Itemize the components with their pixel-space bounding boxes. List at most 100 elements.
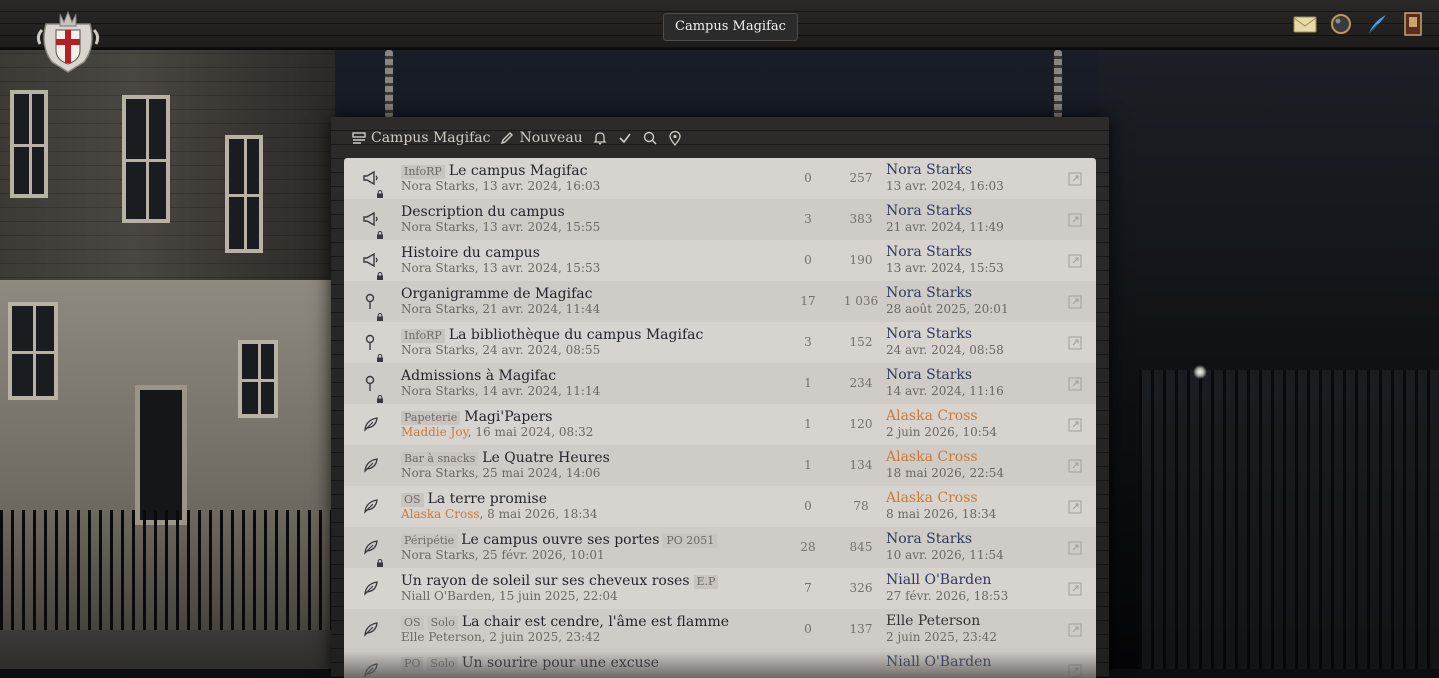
thread-title-link[interactable]: Magi'Papers (464, 409, 552, 425)
thread-row[interactable]: OS Solo La chair est cendre, l'âme est fla… (344, 609, 1096, 650)
last-poster-link[interactable]: Nora Starks (886, 203, 972, 219)
jump-to-latest-icon[interactable] (1068, 622, 1082, 637)
thread-prefix[interactable]: OS (401, 616, 424, 630)
feather-icon (362, 415, 384, 437)
thread-row[interactable]: InfoRP Le campus Magifac Nora Starks, 13 a… (344, 158, 1096, 199)
thread-start-date: , 24 avr. 2024, 08:55 (474, 343, 601, 357)
thread-author-link[interactable]: Niall O'Barden (401, 589, 491, 603)
jump-to-latest-icon[interactable] (1068, 294, 1082, 309)
jump-to-latest-icon[interactable] (1068, 458, 1082, 473)
last-post-date[interactable]: 18 mai 2026, 22:54 (886, 466, 1004, 480)
thread-prefix[interactable]: Papeterie (401, 411, 461, 425)
thread-row[interactable]: InfoRP La bibliothèque du campus Magifac N… (344, 322, 1096, 363)
thread-title-link[interactable]: La bibliothèque du campus Magifac (449, 327, 704, 343)
jump-to-latest-icon[interactable] (1068, 253, 1082, 268)
feather-icon (362, 456, 384, 478)
window (225, 135, 263, 253)
last-post-date[interactable]: 13 avr. 2024, 16:03 (886, 179, 1004, 193)
last-post-date[interactable]: 14 avr. 2024, 11:16 (886, 384, 1004, 398)
site-title[interactable]: Campus Magifac (663, 13, 798, 41)
thread-prefix[interactable]: InfoRP (401, 165, 445, 179)
quill-icon[interactable] (1365, 12, 1389, 36)
jump-to-latest-icon[interactable] (1068, 499, 1082, 514)
last-poster-link[interactable]: Alaska Cross (886, 490, 978, 506)
crest-logo[interactable] (32, 6, 104, 78)
last-poster-link[interactable]: Nora Starks (886, 531, 972, 547)
search-button[interactable] (642, 130, 658, 146)
thread-row[interactable]: OS La terre promise Alaska Cross, 8 mai 20… (344, 486, 1096, 527)
thread-row[interactable]: Histoire du campus Nora Starks, 13 avr. 2… (344, 240, 1096, 281)
bell-button[interactable] (592, 130, 608, 146)
last-poster-link[interactable]: Nora Starks (886, 162, 972, 178)
mark-read-button[interactable] (617, 130, 633, 146)
thread-author-link[interactable]: Nora Starks (401, 466, 475, 480)
last-poster-link[interactable]: Niall O'Barden (886, 572, 991, 588)
last-post-date[interactable]: 2 juin 2025, 23:42 (886, 630, 997, 644)
nav-forum-link[interactable]: Campus Magifac (351, 130, 490, 146)
thread-prefix[interactable]: Péripétie (401, 534, 458, 548)
thread-row[interactable]: Un rayon de soleil sur ses cheveux roses… (344, 568, 1096, 609)
jump-to-latest-icon[interactable] (1068, 335, 1082, 350)
last-poster-link[interactable]: Nora Starks (886, 244, 972, 260)
thread-author-link[interactable]: Alaska Cross (401, 507, 480, 521)
thread-author-link[interactable]: Nora Starks (401, 384, 475, 398)
thread-author-link[interactable]: Nora Starks (401, 302, 475, 316)
thread-prefix[interactable]: OS (401, 493, 424, 507)
last-post-date[interactable]: 21 avr. 2024, 11:49 (886, 220, 1004, 234)
jump-to-latest-icon[interactable] (1068, 212, 1082, 227)
jump-to-latest-icon[interactable] (1068, 581, 1082, 596)
view-count: 134 (849, 458, 873, 472)
last-poster-link[interactable]: Nora Starks (886, 367, 972, 383)
thread-title-link[interactable]: La terre promise (428, 491, 547, 507)
thread-title-link[interactable]: Le Quatre Heures (482, 450, 610, 466)
thread-prefix[interactable]: InfoRP (401, 329, 445, 343)
thread-row[interactable]: Admissions à Magifac Nora Starks, 14 avr.… (344, 363, 1096, 404)
thread-author-link[interactable]: Nora Starks (401, 261, 475, 275)
thread-row[interactable]: Organigramme de Magifac Nora Starks, 21 a… (344, 281, 1096, 322)
last-poster-link[interactable]: Nora Starks (886, 285, 972, 301)
thread-row[interactable]: Papeterie Magi'Papers Maddie Joy, 16 mai 2… (344, 404, 1096, 445)
last-poster-link[interactable]: Elle Peterson (886, 613, 980, 629)
thread-prefix[interactable]: Bar à snacks (401, 452, 479, 466)
nav-new-link[interactable]: Nouveau (499, 130, 583, 146)
thread-author-link[interactable]: Elle Peterson (401, 630, 482, 644)
thread-author-link[interactable]: Nora Starks (401, 548, 475, 562)
last-poster-link[interactable]: Nora Starks (886, 326, 972, 342)
thread-prefix[interactable]: Solo (427, 616, 458, 630)
envelope-icon[interactable] (1293, 12, 1317, 36)
thread-title-line: InfoRP La bibliothèque du campus Magifac (401, 327, 703, 343)
jump-to-latest-icon[interactable] (1068, 540, 1082, 555)
last-poster-link[interactable]: Alaska Cross (886, 408, 978, 424)
crystal-ball-icon[interactable] (1329, 12, 1353, 36)
thread-author-link[interactable]: Nora Starks (401, 343, 475, 357)
thread-author-link[interactable]: Nora Starks (401, 179, 475, 193)
thread-title-link[interactable]: Un rayon de soleil sur ses cheveux roses (401, 573, 690, 589)
lock-icon (376, 347, 384, 362)
thread-author-link[interactable]: Maddie Joy (401, 425, 468, 439)
last-post-date[interactable]: 8 mai 2026, 18:34 (886, 507, 996, 521)
last-post-date[interactable]: 2 juin 2026, 10:54 (886, 425, 997, 439)
thread-title-link[interactable]: Histoire du campus (401, 245, 540, 261)
last-post-date[interactable]: 10 avr. 2026, 11:54 (886, 548, 1004, 562)
thread-author-link[interactable]: Nora Starks (401, 220, 475, 234)
thread-title-link[interactable]: Organigramme de Magifac (401, 286, 592, 302)
jump-to-latest-icon[interactable] (1068, 171, 1082, 186)
location-button[interactable] (667, 130, 683, 146)
last-poster-link[interactable]: Alaska Cross (886, 449, 978, 465)
last-post-date[interactable]: 13 avr. 2024, 15:53 (886, 261, 1004, 275)
book-icon[interactable] (1401, 12, 1425, 36)
last-post-date[interactable]: 27 févr. 2026, 18:53 (886, 589, 1008, 603)
jump-to-latest-icon[interactable] (1068, 376, 1082, 391)
thread-title-link[interactable]: La chair est cendre, l'âme est flamme (462, 614, 729, 630)
thread-row[interactable]: Péripétie Le campus ouvre ses portes PO 20… (344, 527, 1096, 568)
thread-meta: Elle Peterson, 2 juin 2025, 23:42 (401, 630, 600, 644)
thread-row[interactable]: Bar à snacks Le Quatre Heures Nora Starks,… (344, 445, 1096, 486)
thread-title-link[interactable]: Le campus Magifac (449, 163, 588, 179)
last-post-date[interactable]: 24 avr. 2024, 08:58 (886, 343, 1004, 357)
last-post-date[interactable]: 28 août 2025, 20:01 (886, 302, 1009, 316)
jump-to-latest-icon[interactable] (1068, 417, 1082, 432)
thread-row[interactable]: Description du campus Nora Starks, 13 avr… (344, 199, 1096, 240)
thread-title-link[interactable]: Le campus ouvre ses portes (461, 532, 659, 548)
thread-title-link[interactable]: Description du campus (401, 204, 565, 220)
thread-title-link[interactable]: Admissions à Magifac (401, 368, 556, 384)
